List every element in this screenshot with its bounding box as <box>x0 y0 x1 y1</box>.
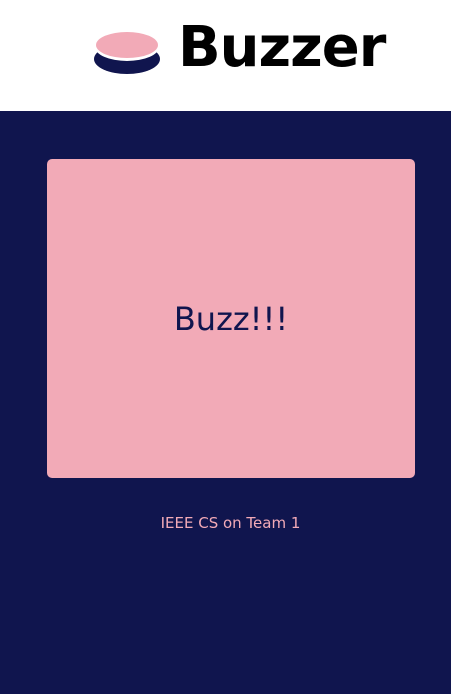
buzzer-icon <box>94 32 160 74</box>
app-title: Buzzer <box>178 15 386 80</box>
main-content: Buzz!!! IEEE CS on Team 1 <box>0 111 451 694</box>
buzz-button-label: Buzz!!! <box>173 299 289 338</box>
team-status-text: IEEE CS on Team 1 <box>160 514 301 532</box>
header: Buzzer <box>0 0 451 111</box>
buzz-button[interactable]: Buzz!!! <box>47 159 415 478</box>
